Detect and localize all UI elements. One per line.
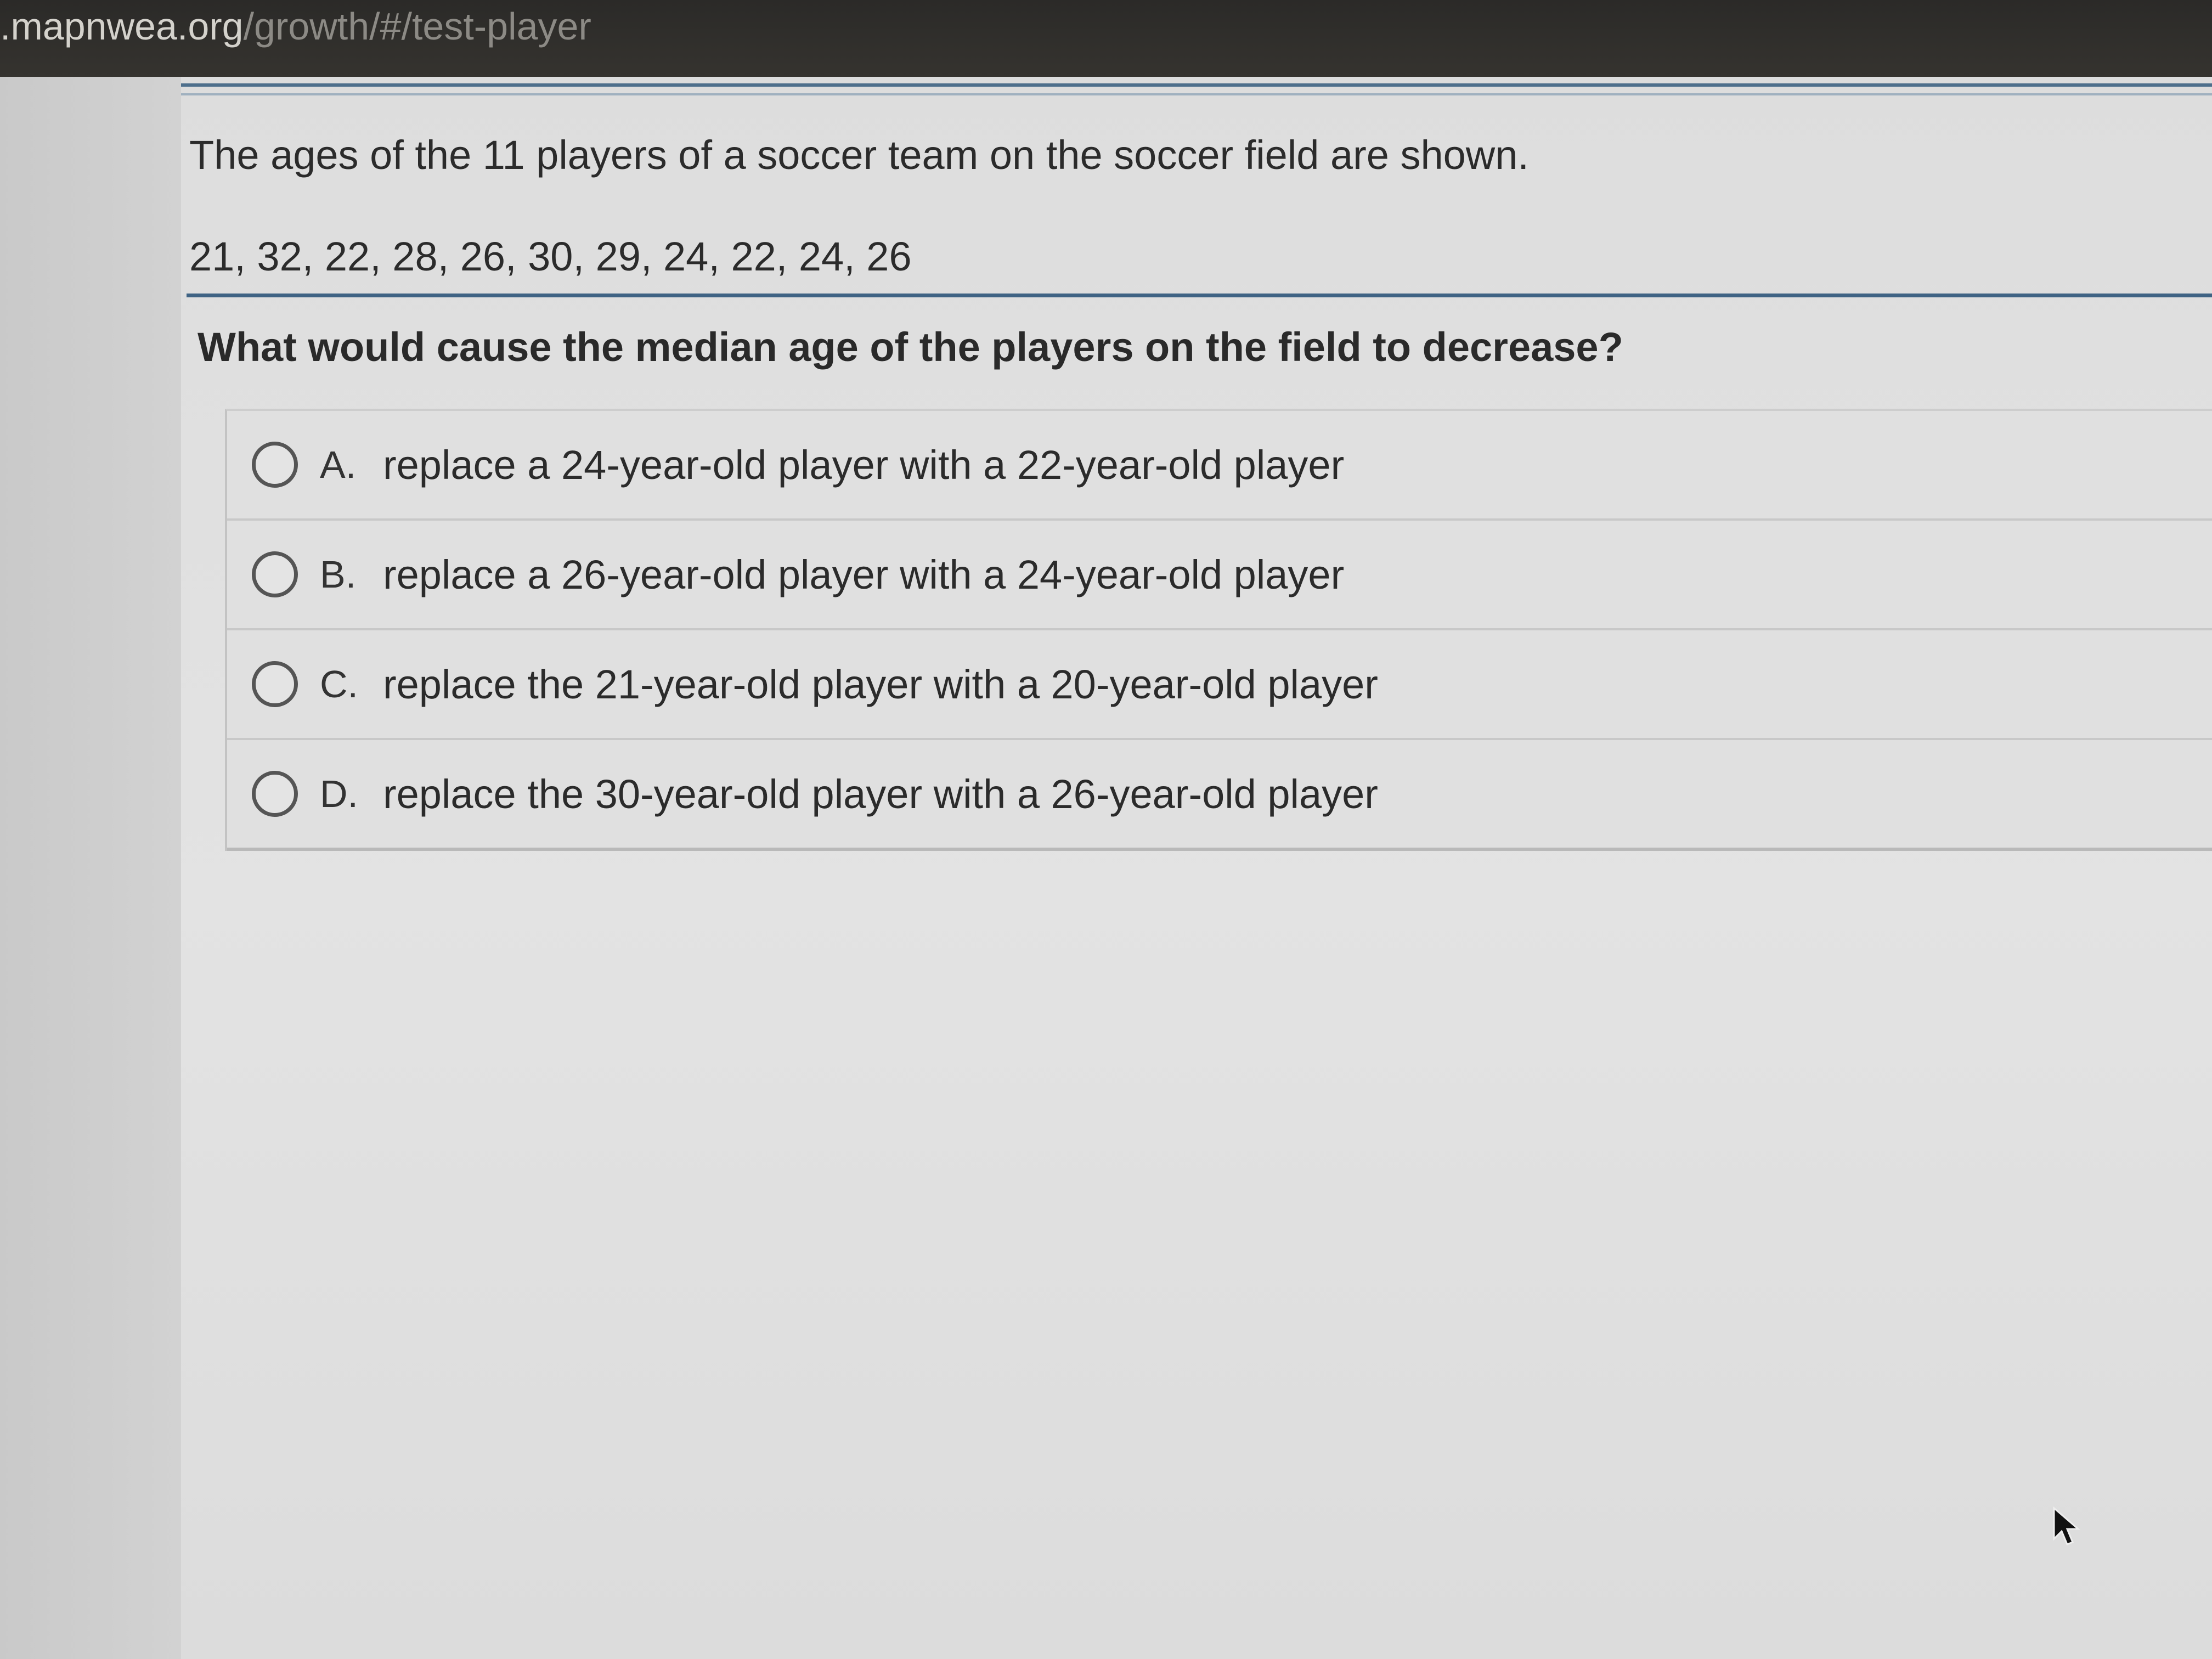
browser-address-bar[interactable]: .mapnwea.org/growth/#/test-player	[0, 0, 2212, 77]
radio-button-icon[interactable]	[252, 551, 298, 597]
test-content-area: The ages of the 11 players of a soccer t…	[181, 77, 2212, 1659]
radio-button-icon[interactable]	[252, 442, 298, 488]
answer-choice-b[interactable]: B. replace a 26-year-old player with a 2…	[227, 521, 2212, 630]
top-divider	[181, 83, 2212, 87]
url-host: .mapnwea.org	[0, 5, 244, 48]
choice-letter: B.	[320, 553, 357, 596]
screen: .mapnwea.org/growth/#/test-player The ag…	[0, 0, 2212, 1659]
answer-choice-d[interactable]: D. replace the 30-year-old player with a…	[227, 740, 2212, 851]
choice-text: replace the 21-year-old player with a 20…	[383, 661, 1378, 707]
mouse-pointer-icon	[2053, 1506, 2081, 1545]
answer-choice-a[interactable]: A. replace a 24-year-old player with a 2…	[227, 411, 2212, 521]
choice-letter: A.	[320, 443, 357, 486]
radio-button-icon[interactable]	[252, 661, 298, 707]
stem-divider	[187, 294, 2212, 297]
top-divider-secondary	[181, 93, 2212, 95]
question-data: 21, 32, 22, 28, 26, 30, 29, 24, 22, 24, …	[189, 234, 912, 279]
question-stem: The ages of the 11 players of a soccer t…	[189, 132, 1529, 178]
url-path: /growth/#/test-player	[243, 5, 591, 48]
answer-choices: A. replace a 24-year-old player with a 2…	[225, 409, 2212, 851]
question-prompt: What would cause the median age of the p…	[198, 324, 1623, 370]
choice-text: replace a 26-year-old player with a 24-y…	[383, 551, 1345, 597]
radio-button-icon[interactable]	[252, 771, 298, 817]
choice-text: replace a 24-year-old player with a 22-y…	[383, 442, 1345, 488]
left-margin	[0, 77, 181, 1659]
answer-choice-c[interactable]: C. replace the 21-year-old player with a…	[227, 630, 2212, 740]
url-text[interactable]: .mapnwea.org/growth/#/test-player	[0, 3, 591, 49]
choice-text: replace the 30-year-old player with a 26…	[383, 771, 1378, 817]
choice-letter: D.	[320, 772, 358, 815]
choice-letter: C.	[320, 663, 358, 706]
